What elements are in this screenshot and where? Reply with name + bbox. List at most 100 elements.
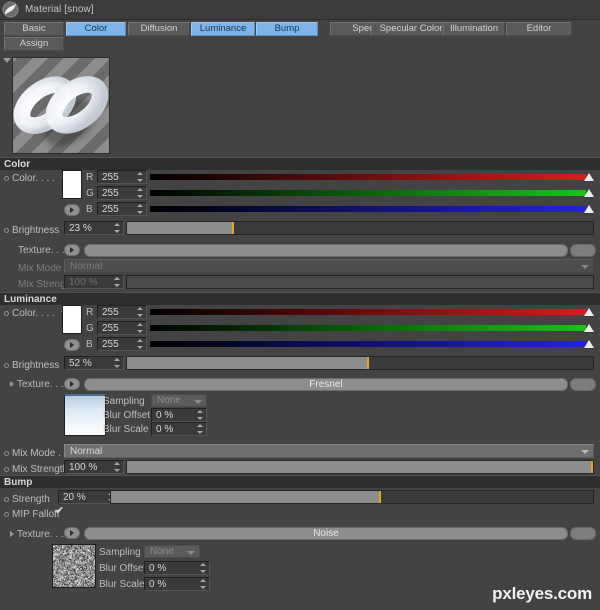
luminance-color-texture-toggle-button[interactable] [64,339,80,351]
tab-editor[interactable]: Editor [506,22,572,36]
spinner-icon[interactable] [136,172,143,182]
spinner-icon[interactable] [113,462,120,472]
spinner-icon[interactable] [113,358,120,368]
luminance-color-animation-dot-icon[interactable] [4,310,9,316]
channel-value: 255 [102,306,119,318]
bump-texture-browse-button[interactable]: ... [570,527,596,540]
slider-knob[interactable] [584,205,594,213]
luminance-sampling-dropdown[interactable]: None [151,394,207,407]
color-texture-button[interactable] [64,244,80,256]
color-texture-browse-button[interactable]: ... [570,244,596,257]
luminance-blur-offset-field[interactable]: 0 % [151,408,207,422]
luminance-blur-scale-field[interactable]: 0 % [151,422,207,436]
color-swatch[interactable] [62,170,82,199]
tab-assign[interactable]: Assign [4,37,64,51]
bump-blur-scale-value: 0 % [149,578,167,590]
luminance-channel-b-field[interactable]: 255 [97,337,147,351]
tab-label: Luminance [199,23,247,35]
luminance-channel-b-slider[interactable] [150,338,594,350]
color-mix-strength-field[interactable]: 100 % [64,275,124,289]
material-preview[interactable] [12,57,110,154]
color-mix-strength-slider[interactable] [126,275,594,289]
bump-sampling-dropdown[interactable]: None [144,545,200,558]
luminance-texture-button[interactable] [64,378,80,390]
luminance-color-swatch[interactable] [62,305,82,334]
color-texture-field[interactable] [84,244,568,257]
color-channel-g-field[interactable]: 255 [97,186,147,200]
tab-illumination[interactable]: Illumination [443,22,505,36]
tab-specular-color[interactable]: Specular Color [371,22,451,36]
spinner-icon[interactable] [136,204,143,214]
bump-strength-field[interactable]: 20 % [58,490,118,504]
luminance-shader-preview[interactable] [64,394,106,436]
bump-blur-scale-field[interactable]: 0 % [144,577,210,591]
tab-bump[interactable]: Bump [256,22,318,36]
bump-blur-offset-field[interactable]: 0 % [144,561,210,575]
luminance-mix-strength-animation-dot-icon[interactable] [4,466,9,472]
luminance-channel-g-field[interactable]: 255 [97,321,147,335]
luminance-channel-g-slider[interactable] [150,322,594,334]
color-channel-r-field[interactable]: 255 [97,170,147,184]
bump-mip-falloff-checkbox[interactable]: ✔ [55,506,64,517]
color-channel-b-field[interactable]: 255 [97,202,147,216]
luminance-brightness-animation-dot-icon[interactable] [4,362,9,368]
bump-blur-offset-label: Blur Offset [99,563,147,574]
tab-diffusion[interactable]: Diffusion [128,22,190,36]
luminance-brightness-value: 52 % [69,357,92,369]
luminance-mix-mode-animation-dot-icon[interactable] [4,450,9,456]
slider-knob[interactable] [584,340,594,348]
spinner-icon[interactable] [199,579,206,589]
slider-knob[interactable] [584,308,594,316]
slider-knob[interactable] [584,189,594,197]
bump-strength-slider[interactable] [110,490,594,504]
luminance-brightness-field[interactable]: 52 % [64,356,124,370]
tab-basic[interactable]: Basic [4,22,64,36]
spinner-icon[interactable] [113,277,120,287]
spinner-icon[interactable] [196,424,203,434]
spinner-icon[interactable] [199,563,206,573]
slider-marker [367,357,370,369]
slider-marker [378,491,381,503]
play-triangle-icon [70,207,74,213]
color-channel-r-slider[interactable] [150,171,594,183]
color-channel-b-slider[interactable] [150,203,594,215]
luminance-channel-r-field[interactable]: 255 [97,305,147,319]
luminance-brightness-slider[interactable] [126,356,594,370]
luminance-texture-field[interactable]: Fresnel [84,378,568,391]
bump-mip-animation-dot-icon[interactable] [4,511,9,517]
color-animation-dot-icon[interactable] [4,175,9,181]
spinner-icon[interactable] [196,410,203,420]
preview-collapse-triangle-icon[interactable] [3,58,11,63]
bump-strength-animation-dot-icon[interactable] [4,496,9,502]
spinner-icon[interactable] [136,323,143,333]
tab-luminance[interactable]: Luminance [191,22,255,36]
luminance-texture-browse-button[interactable]: ... [570,378,596,391]
slider-knob[interactable] [584,324,594,332]
luminance-mix-strength-slider[interactable] [126,460,594,474]
expand-right-triangle-icon[interactable] [10,531,14,537]
tab-label: Specular Color [379,23,443,35]
bump-shader-preview[interactable] [52,544,96,588]
color-brightness-field[interactable]: 23 % [64,221,124,235]
luminance-channel-r-slider[interactable] [150,306,594,318]
bump-texture-button[interactable] [64,527,80,539]
color-texture-toggle-button[interactable] [64,204,80,216]
spinner-icon[interactable] [113,223,120,233]
spinner-icon[interactable] [136,339,143,349]
luminance-channel-g-label: G [86,323,94,334]
gradient-track [150,309,586,315]
bump-texture-field[interactable]: Noise [84,527,568,540]
color-channel-g-slider[interactable] [150,187,594,199]
tab-label: Bump [274,23,300,35]
tab-color[interactable]: Color [66,22,126,36]
luminance-mix-mode-dropdown[interactable]: Normal [64,444,594,458]
color-mix-mode-dropdown[interactable]: Normal [64,259,594,273]
spinner-icon[interactable] [136,188,143,198]
brightness-animation-dot-icon[interactable] [4,227,9,233]
slider-knob[interactable] [584,173,594,181]
expand-right-triangle-icon[interactable] [10,381,14,387]
spinner-icon[interactable] [136,307,143,317]
color-brightness-slider[interactable] [126,221,594,235]
luminance-mix-strength-field[interactable]: 100 % [64,460,124,474]
bump-texture-value: Noise [313,528,339,539]
